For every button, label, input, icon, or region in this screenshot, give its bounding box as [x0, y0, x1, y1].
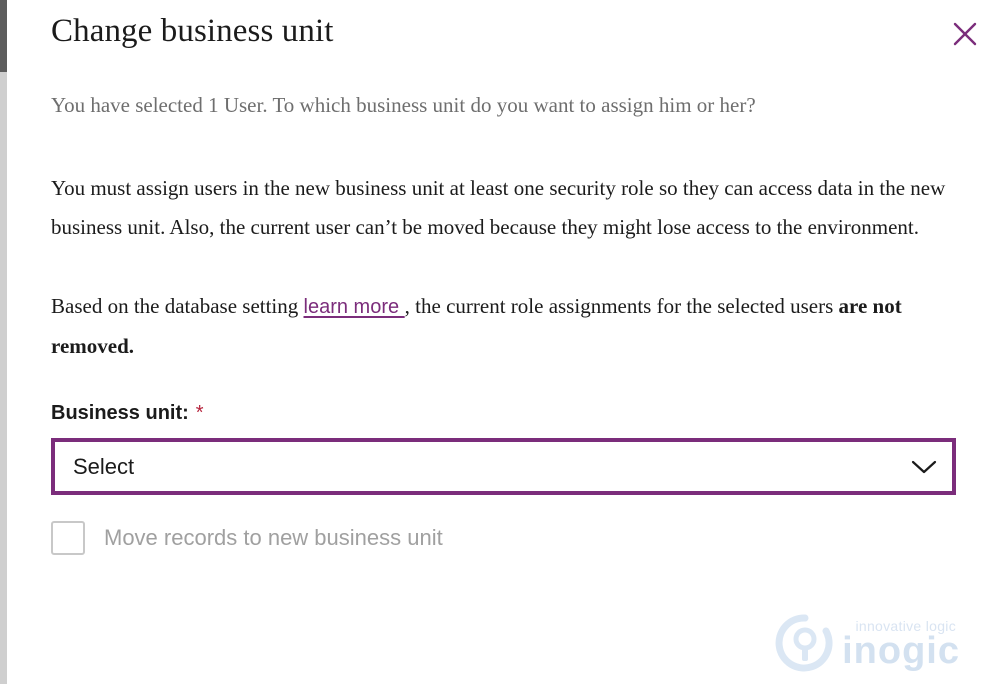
page-title: Change business unit: [51, 13, 334, 49]
dialog-body: You have selected 1 User. To which busin…: [7, 86, 1002, 555]
dialog-header: Change business unit: [7, 0, 1002, 74]
business-unit-label: Business unit: *: [51, 402, 958, 425]
watermark-tagline: innovative logic: [855, 618, 956, 634]
business-unit-select[interactable]: Select: [51, 438, 956, 495]
business-unit-label-text: Business unit:: [51, 402, 189, 424]
inogic-watermark: innovative logic inogic: [768, 598, 968, 676]
note-middle-text: , the current role assignments for the s…: [404, 294, 839, 318]
move-records-checkbox-label: Move records to new business unit: [104, 525, 443, 550]
page-scrollbar-thumb[interactable]: [0, 0, 7, 72]
body-paragraph: You must assign users in the new busines…: [51, 176, 946, 239]
note-paragraph: Based on the database setting learn more…: [51, 287, 951, 366]
chevron-down-icon: [910, 458, 938, 476]
change-business-unit-dialog: Change business unit You have selected 1…: [7, 0, 1002, 684]
close-button[interactable]: [943, 12, 987, 56]
business-unit-select-value: Select: [73, 453, 135, 479]
move-records-checkbox[interactable]: [51, 521, 85, 555]
inogic-logo-icon: [774, 612, 836, 679]
note-prefix-text: Based on the database setting: [51, 294, 304, 318]
move-records-checkbox-row[interactable]: Move records to new business unit: [51, 521, 958, 555]
page-scrollbar-track[interactable]: [0, 0, 7, 684]
intro-paragraph: You have selected 1 User. To which busin…: [51, 93, 756, 117]
watermark-wordmark: inogic: [842, 630, 960, 672]
learn-more-link[interactable]: learn more: [304, 296, 405, 318]
close-icon: [952, 21, 978, 47]
required-asterisk: *: [195, 402, 204, 424]
